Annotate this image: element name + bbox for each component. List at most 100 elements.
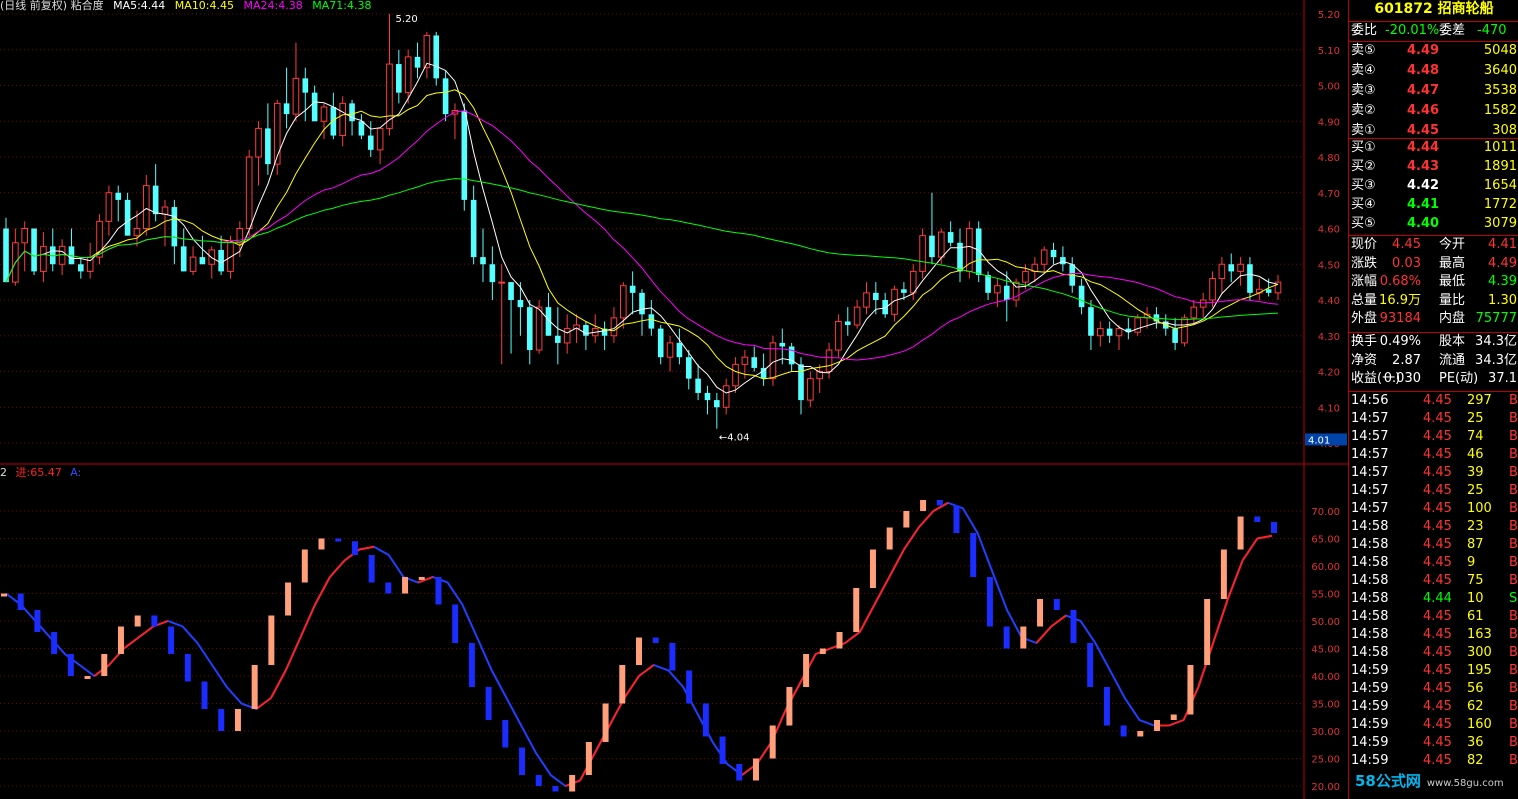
tick-time: 14:56 bbox=[1351, 393, 1389, 408]
tick-side: B bbox=[1509, 645, 1518, 660]
ask-row: 卖⑤ 4.49 5048 bbox=[1349, 42, 1518, 60]
candle-body bbox=[937, 231, 945, 258]
candle-body bbox=[825, 349, 833, 372]
main-tick-label: 4.50 bbox=[1318, 260, 1340, 271]
a-bar bbox=[117, 626, 124, 654]
candle-body bbox=[985, 274, 991, 293]
a-bar bbox=[769, 725, 776, 759]
tick-volume: 160 bbox=[1467, 717, 1492, 732]
ask-label: 卖⑤ bbox=[1351, 43, 1376, 58]
tick-price: 4.45 bbox=[1423, 519, 1452, 534]
tick-price: 4.45 bbox=[1423, 555, 1452, 570]
tick-price: 4.45 bbox=[1423, 573, 1452, 588]
candle-body bbox=[807, 378, 814, 401]
candle-body bbox=[40, 245, 47, 272]
fund-value: 34.3亿 bbox=[1475, 334, 1517, 349]
candle-body bbox=[1190, 306, 1198, 319]
candle-body bbox=[1022, 270, 1029, 283]
fund-value: 0.49% bbox=[1379, 334, 1421, 349]
jin-rising-segment bbox=[638, 664, 655, 677]
a-bar bbox=[1237, 516, 1244, 550]
sub-tick-label: 70.00 bbox=[1311, 507, 1340, 518]
tick-side: B bbox=[1509, 627, 1518, 642]
candle-body bbox=[265, 128, 271, 165]
low-annotation: ←4.04 bbox=[719, 433, 750, 444]
tick-time: 14:58 bbox=[1351, 591, 1389, 606]
a-bar bbox=[368, 555, 375, 583]
legend-ma10: MA10:4.45 bbox=[174, 0, 235, 12]
tick-row: 14:57 4.45 100 B bbox=[1349, 500, 1518, 518]
candle-body bbox=[704, 392, 711, 401]
tick-side: B bbox=[1509, 573, 1518, 588]
candle-body bbox=[171, 207, 178, 247]
tick-row: 14:58 4.45 23 B bbox=[1349, 518, 1518, 536]
stat-label: 内盘 bbox=[1439, 311, 1466, 326]
fund-row: 净资 2.87 流通 34.3亿 bbox=[1349, 352, 1518, 370]
a-bar bbox=[251, 665, 258, 709]
candle-body bbox=[433, 35, 440, 79]
a-bar bbox=[702, 703, 709, 737]
tick-price: 4.45 bbox=[1423, 429, 1452, 444]
tick-row: 14:56 4.45 297 B bbox=[1349, 392, 1518, 410]
candle-body bbox=[189, 256, 197, 272]
chart-canvas[interactable]: 5.20 5.10 5.00 4.90 4.80 4.70 4.60 4.50 4.40 4.30… bbox=[0, 0, 1348, 799]
tick-side: B bbox=[1509, 393, 1518, 408]
stat-row: 涨跌 0.03 最高 4.49 bbox=[1349, 255, 1518, 273]
jin-rising-segment bbox=[844, 631, 861, 644]
candle-body bbox=[844, 321, 851, 326]
tick-row: 14:58 4.45 300 B bbox=[1349, 644, 1518, 662]
a-bar bbox=[636, 637, 642, 665]
a-bar bbox=[1271, 522, 1277, 533]
sub-legend-0: 2 bbox=[0, 466, 7, 479]
candle-body bbox=[161, 206, 169, 215]
tick-time: 14:58 bbox=[1351, 645, 1389, 660]
tick-row: 14:59 4.45 36 B bbox=[1349, 734, 1518, 752]
candle-body bbox=[292, 77, 300, 115]
candle-body bbox=[302, 78, 309, 93]
tick-price: 4.45 bbox=[1423, 447, 1452, 462]
a-bar bbox=[519, 747, 526, 775]
a-bar bbox=[886, 527, 893, 550]
tick-time: 14:57 bbox=[1351, 465, 1389, 480]
candle-body bbox=[1237, 263, 1244, 272]
a-bar bbox=[1137, 731, 1144, 737]
candle-body bbox=[105, 192, 113, 222]
candle-body bbox=[732, 363, 739, 387]
candle-body bbox=[180, 246, 187, 272]
sub-tick-label: 45.00 bbox=[1311, 645, 1340, 656]
a-bar bbox=[602, 703, 609, 742]
candle-body bbox=[245, 156, 253, 229]
candle-body bbox=[873, 292, 879, 300]
a-bar bbox=[1003, 626, 1010, 649]
ask-price: 4.49 bbox=[1407, 43, 1440, 58]
a-bar bbox=[485, 687, 492, 720]
a-bar bbox=[1154, 720, 1161, 731]
candle-body bbox=[1003, 285, 1010, 300]
candle-body bbox=[648, 314, 655, 329]
tick-price: 4.45 bbox=[1423, 465, 1452, 480]
jin-rising-segment bbox=[123, 636, 140, 650]
tick-volume: 56 bbox=[1467, 681, 1484, 696]
a-bar bbox=[535, 775, 542, 786]
a-bar bbox=[184, 654, 191, 682]
a-bar bbox=[1, 593, 7, 597]
stat-value: 1.30 bbox=[1488, 292, 1517, 308]
main-tick-label: 4.80 bbox=[1318, 153, 1340, 164]
tick-time: 14:59 bbox=[1351, 735, 1389, 750]
candle-body bbox=[404, 56, 412, 94]
watermark-text: 58公式网 bbox=[1355, 772, 1421, 790]
tick-side: B bbox=[1509, 465, 1518, 480]
candle-body bbox=[480, 257, 486, 265]
candle-body bbox=[535, 306, 543, 351]
candle-body bbox=[685, 357, 692, 379]
candle-body bbox=[555, 335, 561, 343]
candle-body bbox=[676, 342, 683, 358]
tick-side: B bbox=[1509, 609, 1518, 624]
tick-price: 4.45 bbox=[1423, 609, 1452, 624]
tick-time: 14:57 bbox=[1351, 501, 1389, 516]
sub-tick-label: 40.00 bbox=[1311, 672, 1340, 683]
stat-label: 外盘 bbox=[1351, 311, 1378, 326]
candle-body bbox=[396, 64, 402, 93]
ask-price: 4.48 bbox=[1407, 63, 1440, 78]
main-tick-label: 4.60 bbox=[1318, 225, 1340, 236]
